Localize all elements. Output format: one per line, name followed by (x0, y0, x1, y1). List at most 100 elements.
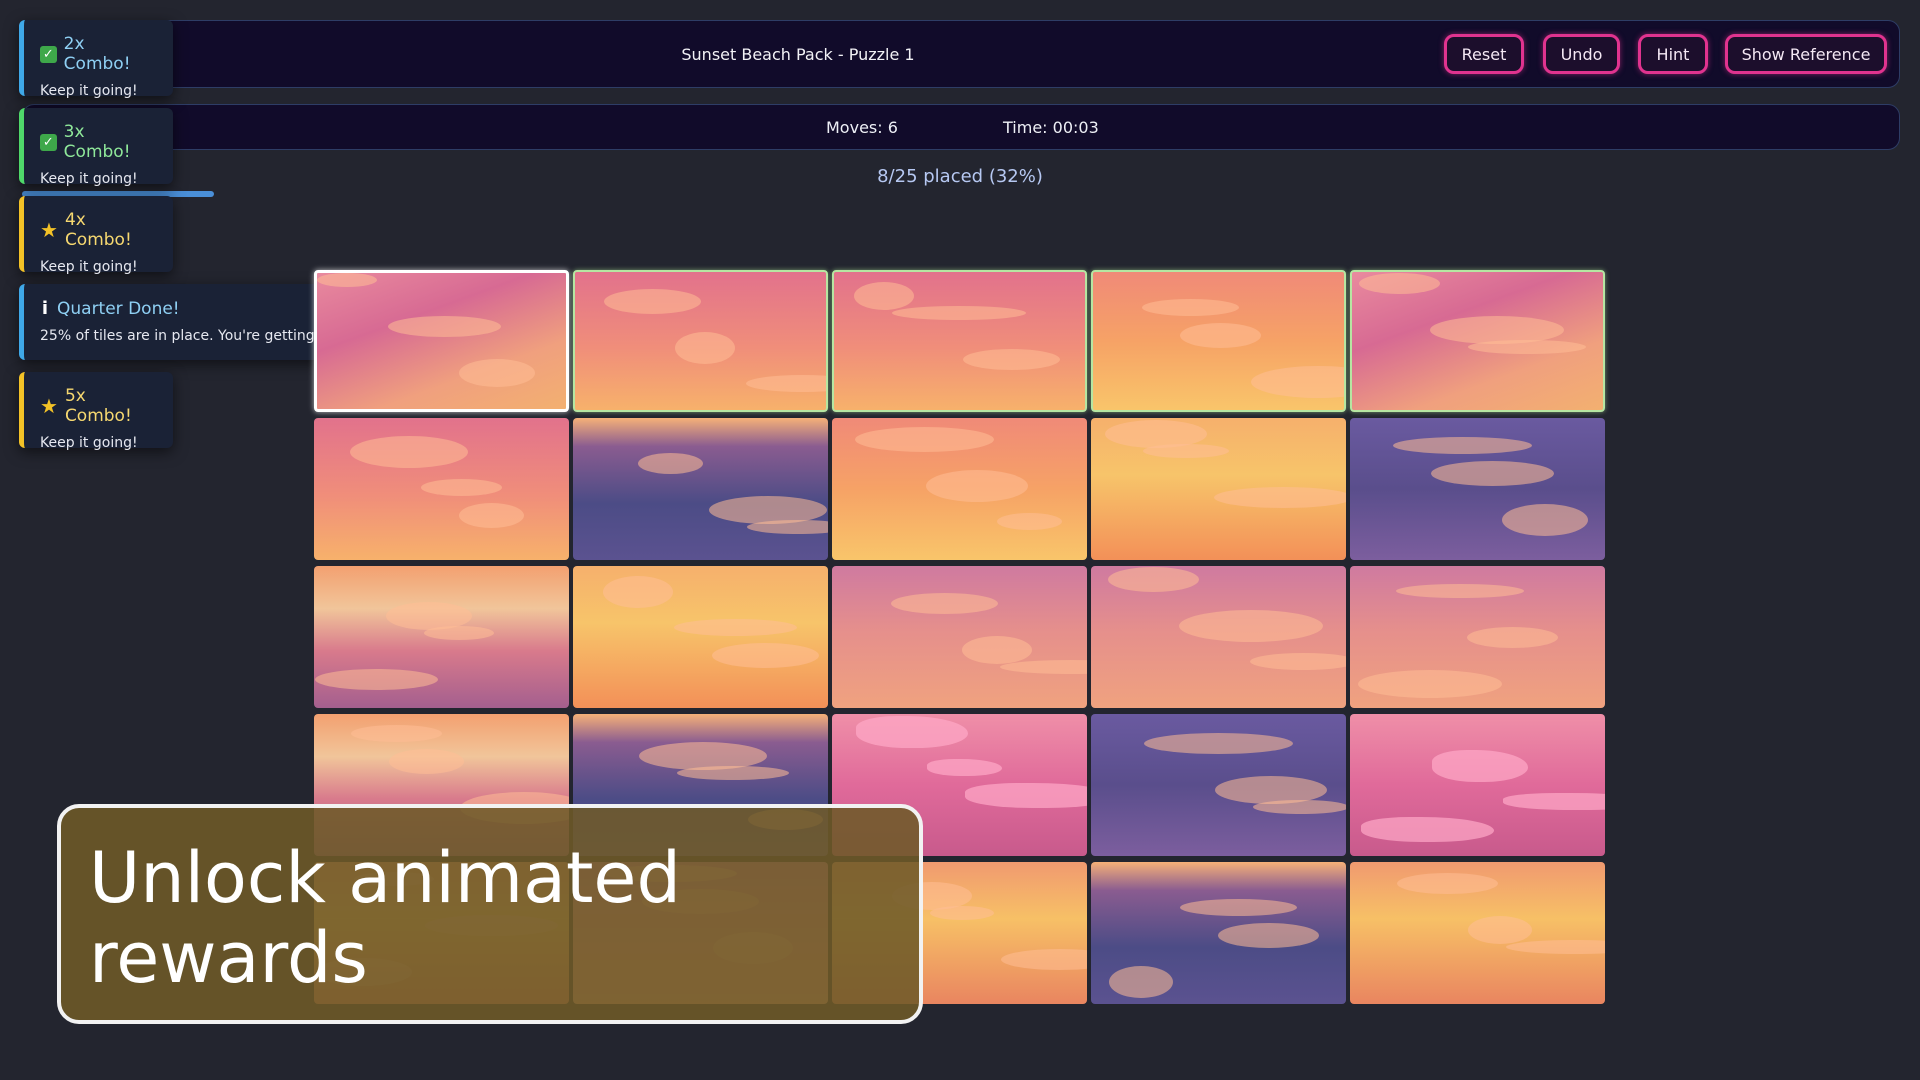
cloud-shape (1396, 584, 1524, 598)
cloud-shape (962, 636, 1032, 664)
puzzle-tile[interactable] (314, 566, 569, 708)
toast-title-text: Quarter Done! (57, 298, 180, 319)
puzzle-tile[interactable] (1091, 270, 1346, 412)
progress-label: 8/25 placed (32%) (877, 166, 1043, 187)
promo-banner[interactable]: Unlock animated rewards (57, 804, 923, 1024)
puzzle-tile[interactable] (1350, 270, 1605, 412)
show-reference-button[interactable]: Show Reference (1725, 34, 1887, 74)
cloud-shape (1180, 323, 1261, 348)
cloud-shape (351, 725, 442, 742)
cloud-shape (1142, 299, 1239, 316)
puzzle-tile[interactable] (1091, 418, 1346, 560)
star-icon: ★ (40, 394, 58, 418)
cloud-shape (317, 273, 377, 287)
cloud-shape (386, 602, 472, 630)
puzzle-tile[interactable] (1091, 714, 1346, 856)
promo-text: Unlock animated rewards (89, 837, 681, 999)
cloud-shape (1105, 420, 1207, 448)
puzzle-tile[interactable] (832, 418, 1087, 560)
info-icon: i (41, 298, 49, 319)
cloud-shape (854, 282, 914, 310)
cloud-shape (1468, 916, 1532, 944)
puzzle-tile[interactable] (1091, 862, 1346, 1004)
cloud-shape (712, 643, 819, 668)
cloud-shape (1215, 776, 1327, 804)
toast-notification: ★ 5x Combo! Keep it going! (19, 372, 173, 451)
cloud-shape (1467, 627, 1558, 648)
cloud-shape (350, 436, 468, 468)
puzzle-tile[interactable] (1350, 714, 1605, 856)
toast-title-text: 2x Combo! (63, 34, 131, 74)
cloud-shape (388, 316, 501, 337)
star-icon: ★ (40, 218, 58, 242)
cloud-shape (1251, 366, 1344, 398)
cloud-shape (315, 669, 438, 690)
cloud-shape (1359, 273, 1440, 294)
cloud-shape (1358, 670, 1502, 698)
puzzle-tile[interactable] (1350, 862, 1605, 1004)
toast-title: ✓ 2x Combo! (40, 34, 155, 74)
toast-title-text: 4x Combo! (64, 210, 132, 250)
timer: Time: 00:03 (1003, 117, 1099, 137)
cloud-shape (1109, 966, 1173, 998)
cloud-shape (1179, 610, 1323, 642)
check-icon: ✓ (40, 45, 57, 63)
puzzle-tile[interactable] (573, 418, 828, 560)
toast-notification: ★ 4x Combo! Keep it going! (19, 196, 173, 275)
cloud-shape (1430, 316, 1564, 344)
cloud-shape (638, 453, 703, 474)
puzzle-tile[interactable] (1350, 566, 1605, 708)
cloud-shape (459, 359, 535, 387)
hair-shape (1361, 817, 1494, 842)
puzzle-tile[interactable] (1091, 566, 1346, 708)
cloud-shape (997, 513, 1062, 530)
toast-notification: ✓ 3x Combo! Keep it going! (19, 108, 173, 187)
cloud-shape (1180, 899, 1297, 916)
toast-title: ★ 4x Combo! (40, 210, 155, 250)
toast-title: ★ 5x Combo! (40, 386, 155, 426)
puzzle-tile[interactable] (832, 270, 1087, 412)
toast-title-text: 5x Combo! (64, 386, 132, 426)
cloud-shape (1506, 940, 1605, 954)
cloud-shape (746, 375, 826, 392)
hair-shape (856, 716, 968, 748)
puzzle-tile[interactable] (573, 270, 828, 412)
cloud-shape (963, 349, 1060, 370)
header-bar: Sunset Beach Pack - Puzzle 1 Reset Undo … (22, 20, 1900, 88)
hint-button[interactable]: Hint (1638, 34, 1708, 74)
cloud-shape (459, 503, 524, 528)
cloud-shape (855, 427, 994, 452)
toast-message: Keep it going! (40, 259, 138, 275)
cloud-shape (1001, 949, 1087, 970)
toast-message: Keep it going! (40, 171, 138, 187)
puzzle-tile[interactable] (832, 566, 1087, 708)
cloud-shape (421, 479, 502, 496)
cloud-shape (891, 593, 998, 614)
cloud-shape (1431, 461, 1554, 486)
undo-button[interactable]: Undo (1543, 34, 1620, 74)
toast-title-text: 3x Combo! (63, 122, 131, 162)
cloud-shape (1214, 487, 1346, 508)
cloud-shape (1393, 437, 1532, 454)
cloud-shape (603, 576, 673, 608)
cloud-shape (675, 332, 735, 364)
cloud-shape (1108, 567, 1199, 592)
cloud-shape (1218, 923, 1319, 948)
cloud-shape (639, 742, 767, 770)
toast-notification: ✓ 2x Combo! Keep it going! (19, 20, 173, 99)
hair-shape (927, 759, 1002, 776)
puzzle-tile[interactable] (573, 566, 828, 708)
cloud-shape (709, 496, 827, 524)
cloud-shape (1502, 504, 1588, 536)
reset-button[interactable]: Reset (1444, 34, 1524, 74)
cloud-shape (892, 306, 1026, 320)
toast-message: Keep it going! (40, 435, 138, 451)
puzzle-title: Sunset Beach Pack - Puzzle 1 (681, 44, 915, 64)
stats-bar: Moves: 6 Time: 00:03 (22, 104, 1900, 150)
cloud-shape (674, 619, 797, 636)
cloud-shape (1397, 873, 1498, 894)
puzzle-tile[interactable] (314, 270, 569, 412)
puzzle-tile[interactable] (314, 418, 569, 560)
puzzle-tile[interactable] (1350, 418, 1605, 560)
toast-message: Keep it going! (40, 83, 138, 99)
